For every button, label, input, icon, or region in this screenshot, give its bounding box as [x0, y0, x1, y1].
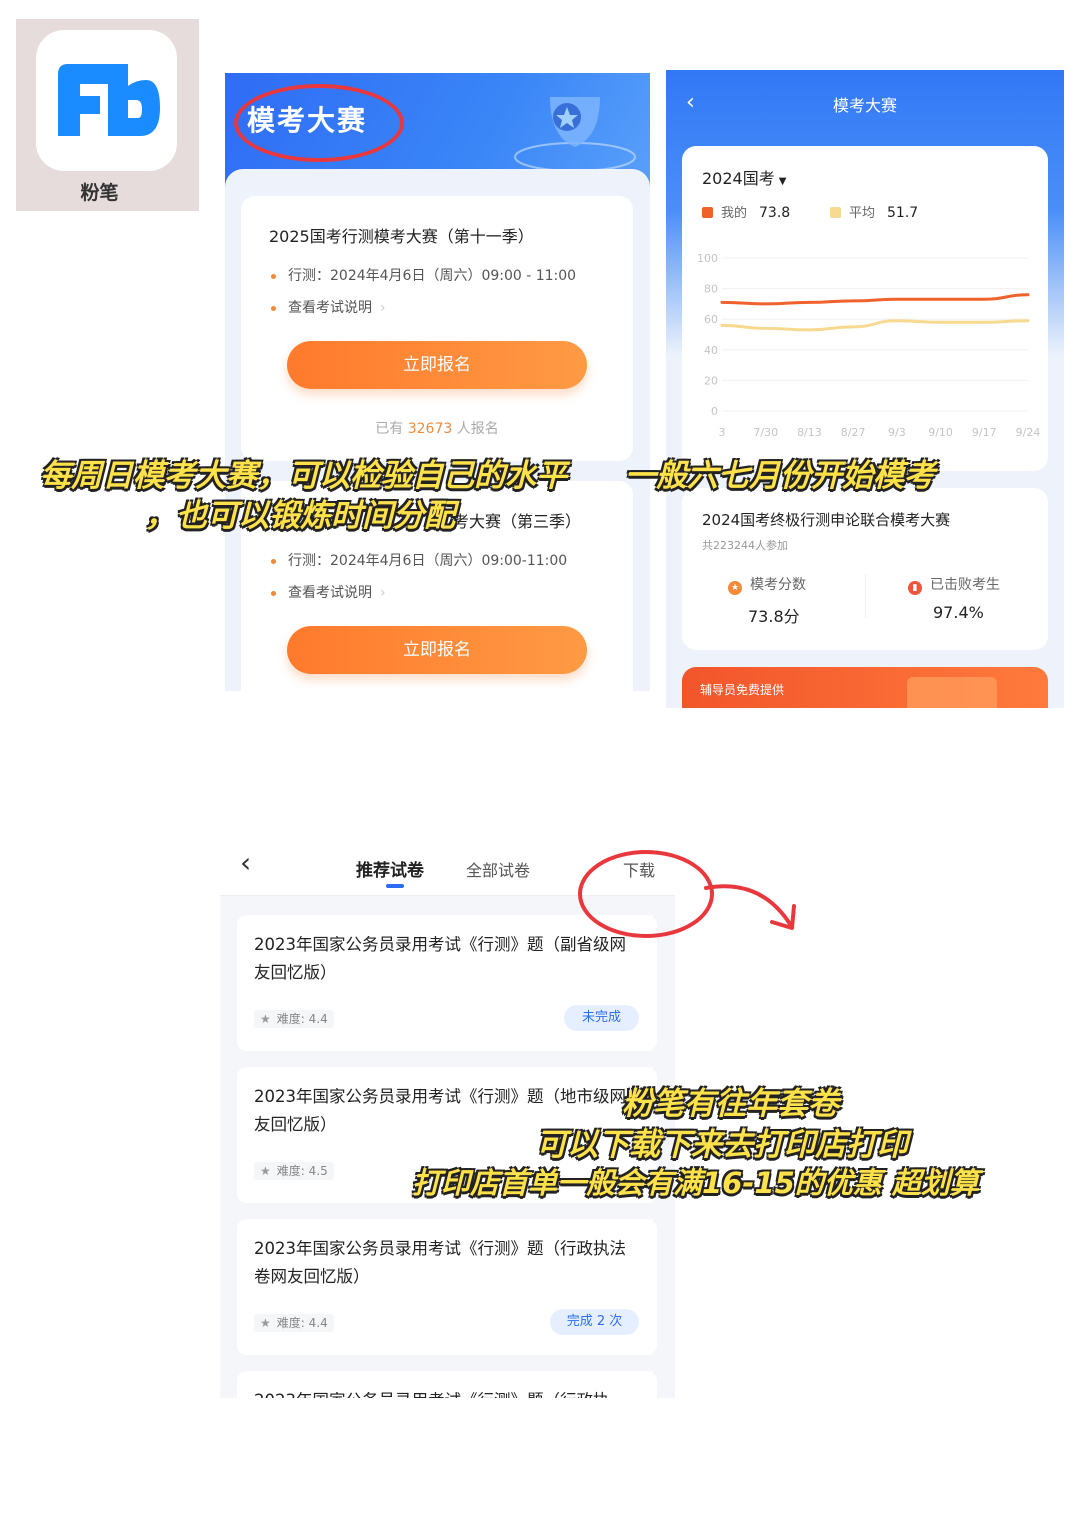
series-line-平均 [720, 319, 1030, 332]
exam-selector[interactable]: 2024国考 ▼ [702, 165, 786, 189]
difficulty-badge: ★ 难度: 4.4 [254, 1312, 334, 1332]
nav-title: 模考大赛 [832, 96, 897, 115]
paper-title: 2023年国家公务员录用考试《行测》题（副省级网友回忆版） [254, 935, 626, 982]
highlight-circle [578, 850, 714, 938]
score-trend-card: 2024国考 ▼ 我的 73.8 平均 51.7 100 80 60 40 20 0 3 7/30 8… [682, 146, 1048, 471]
caption-print: 可以下载下来去打印店打印 [536, 1127, 908, 1163]
paper-title: 2023年国家公务员录用考试《行测》题（行政执法卷网友回忆版） [254, 1239, 626, 1286]
tab-recommended[interactable]: 推荐试卷 [356, 856, 424, 881]
paper-item[interactable]: 2023年国家公务员录用考试《行测》题（行政执 [237, 1371, 657, 1398]
caption-discount: 打印店首单一般会有满16-15的优惠 超划算 [412, 1166, 979, 1200]
highlight-circle [234, 84, 404, 162]
y-tick-label: 100 [697, 252, 718, 265]
score-value: 73.8分 [748, 607, 800, 626]
banner-graphic [907, 677, 997, 708]
active-tab-indicator [386, 884, 404, 888]
paper-item[interactable]: 2023年国家公务员录用考试《行测》题（副省级网友回忆版） ★ 难度: 4.4 未… [237, 915, 657, 1051]
contest-title: 2025国考行测模考大赛（第十一季） [269, 227, 534, 246]
tab-all-papers[interactable]: 全部试卷 [466, 857, 530, 881]
caption-past-papers: 粉笔有往年套卷 [622, 1086, 839, 1122]
score-label: ★ 模考分数 [728, 574, 806, 595]
contest-time: 行测：2024年4月6日（周六）09:00 - 11:00 [271, 265, 576, 285]
exam-info-link[interactable]: 查看考试说明 › [271, 297, 386, 317]
legend-swatch [702, 207, 713, 218]
beat-label: ▮ 已击败考生 [908, 574, 1000, 595]
y-tick-label: 0 [711, 405, 718, 418]
paper-item[interactable]: 2023年国家公务员录用考试《行测》题（行政执法卷网友回忆版） ★ 难度: 4.4… [237, 1219, 657, 1355]
app-name: 粉笔 [80, 182, 119, 204]
medal-icon: ★ [728, 581, 742, 595]
x-tick-label: 9/24 [1016, 426, 1041, 439]
difficulty-badge: ★ 难度: 4.4 [254, 1008, 334, 1028]
exam-info-link[interactable]: 查看考试说明 › [271, 582, 386, 602]
paper-title: 2023年国家公务员录用考试《行测》题（行政执 [254, 1387, 654, 1398]
star-icon: ★ [260, 1316, 271, 1330]
x-tick-label: 9/17 [972, 426, 997, 439]
fenbi-logo-icon [58, 64, 160, 136]
status-badge: 未完成 [564, 1005, 639, 1031]
contest-list-screen: 模考大赛 2025国考行测模考大赛（第十一季） 行测：2024年4月6日（周六）… [225, 73, 650, 691]
y-tick-label: 80 [704, 283, 718, 296]
promo-banner[interactable]: 辅导员免费提供 [682, 667, 1048, 708]
star-icon: ★ [260, 1012, 271, 1026]
caret-down-icon: ▼ [778, 176, 787, 187]
star-icon: ★ [260, 1164, 271, 1178]
register-button[interactable]: 立即报名 [287, 341, 587, 389]
x-tick-label: 7/30 [753, 426, 778, 439]
banner-text: 辅导员免费提供 [700, 683, 785, 697]
y-tick-label: 60 [704, 313, 718, 326]
beat-value: 97.4% [933, 603, 984, 622]
contest-result-card: 2024国考终极行测申论联合模考大赛 共223244人参加 ★ 模考分数 73.8… [682, 488, 1048, 650]
status-badge: 完成 2 次 [550, 1309, 639, 1335]
score-trend-chart: 100 80 60 40 20 03 7/30 8/13 8/27 9/3 9/10 9/17 9/24 [697, 252, 1041, 439]
register-button[interactable]: 立即报名 [287, 626, 587, 674]
back-icon[interactable]: ‹ [240, 849, 251, 877]
series-line-我的 [720, 293, 1030, 306]
caption-weekly-contest-2: ，也可以锻炼时间分配 [145, 498, 455, 534]
x-tick-label: 8/27 [841, 426, 866, 439]
x-tick-label: 8/13 [797, 426, 822, 439]
participants-count: 共223244人参加 [702, 539, 788, 552]
x-tick-label: 3 [719, 426, 726, 439]
caption-weekly-contest: 每周日模考大赛，可以检验自己的水平 [40, 458, 567, 494]
legend-mine: 我的 73.8 [702, 202, 790, 221]
y-tick-label: 40 [704, 344, 718, 357]
contest-title: 考大赛（第三季） [453, 512, 582, 531]
legend-swatch [830, 207, 841, 218]
legend-average: 平均 51.7 [830, 202, 918, 221]
y-tick-label: 20 [704, 374, 718, 387]
caption-start-time: 一般六七月份开始模考 [625, 458, 935, 494]
contest-card: 2025国考行测模考大赛（第十一季） 行测：2024年4月6日（周六）09:00… [241, 196, 633, 461]
contest-result-screen: ‹ 模考大赛 2024国考 ▼ 我的 73.8 平均 51.7 100 80 60 40 20… [666, 70, 1064, 708]
enrolled-count: 已有 32673 人报名 [375, 421, 499, 437]
bar-chart-icon: ▮ [908, 581, 922, 595]
difficulty-badge: ★ 难度: 4.5 [254, 1160, 334, 1180]
x-tick-label: 9/10 [928, 426, 953, 439]
result-title: 2024国考终极行测申论联合模考大赛 [702, 511, 951, 529]
x-tick-label: 9/3 [888, 426, 906, 439]
app-icon[interactable] [36, 30, 177, 171]
contest-time: 行测：2024年4月6日（周六）09:00-11:00 [271, 550, 567, 570]
divider [865, 574, 866, 618]
arrow-icon [704, 884, 796, 930]
